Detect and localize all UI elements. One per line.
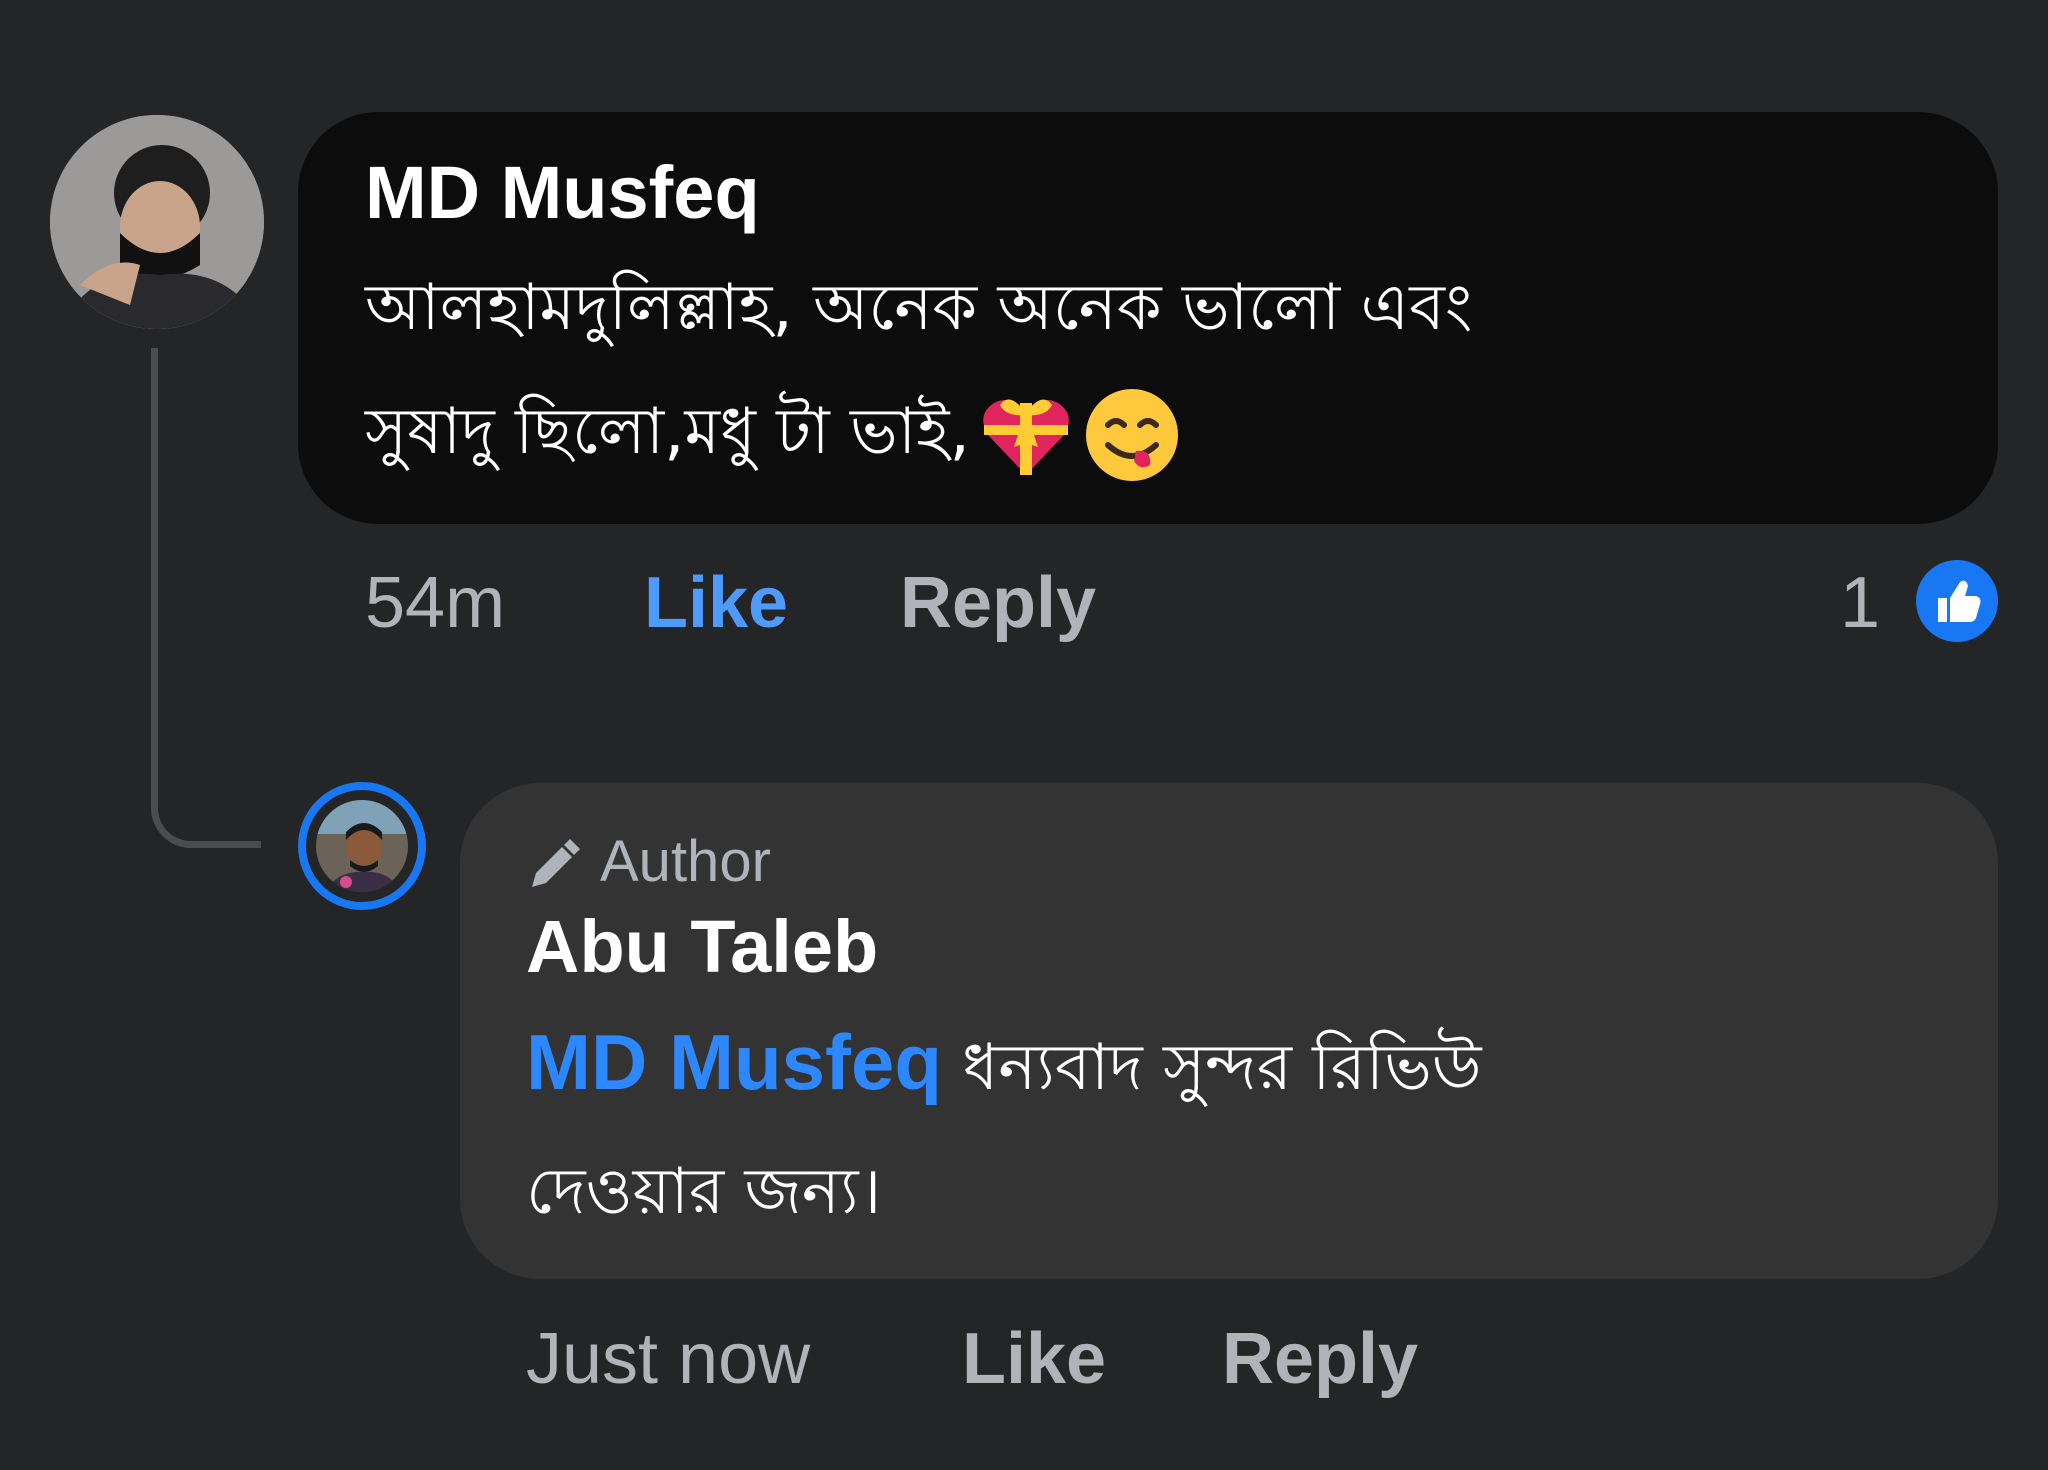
comment-timestamp: 54m [365,563,506,643]
savoring-food-face-icon [1082,385,1182,485]
author-badge-label: Author [600,829,771,894]
author-badge: Author [524,828,771,895]
comment-author-name[interactable]: MD Musfeq [365,150,760,235]
mention-link[interactable]: MD Musfeq [526,1018,942,1106]
reply-text: MD Musfeq ধন্যবাদ সুন্দর রিভিউ দেওয়ার জ… [526,1000,1966,1254]
reply-author-name[interactable]: Abu Taleb [526,904,878,989]
thumbs-up-icon[interactable] [1912,556,2002,646]
reply-text-line-2: দেওয়ার জন্য। [526,1155,882,1229]
reply-timestamp: Just now [526,1319,811,1399]
comment-text-line-2: সুষাদু ছিলো,মধু টা ভাই, [365,370,1965,494]
gift-heart-icon [976,385,1076,485]
reply-text-line-1: MD Musfeq ধন্যবাদ সুন্দর রিভিউ [526,1000,1966,1130]
like-button[interactable]: Like [644,562,788,644]
reply-text-line-1-text: ধন্যবাদ সুন্দর রিভিউ [962,1031,1482,1105]
thread-connector-line [151,348,261,848]
pencil-icon [532,838,580,887]
comment-text: আলহামদুলিল্লাহ, অনেক অনেক ভালো এবং সুষাদ… [365,246,1965,494]
reply-author-avatar[interactable] [316,800,408,892]
comment-text-line-2-text: সুষাদু ছিলো,মধু টা ভাই, [365,395,970,469]
commenter-avatar[interactable] [50,115,264,329]
comment-text-line-1: আলহামদুলিল্লাহ, অনেক অনেক ভালো এবং [365,271,1473,345]
reply-like-button[interactable]: Like [962,1318,1106,1400]
reaction-count[interactable]: 1 [1840,562,1880,644]
reply-reply-button[interactable]: Reply [1222,1318,1418,1400]
reply-button[interactable]: Reply [900,562,1096,644]
